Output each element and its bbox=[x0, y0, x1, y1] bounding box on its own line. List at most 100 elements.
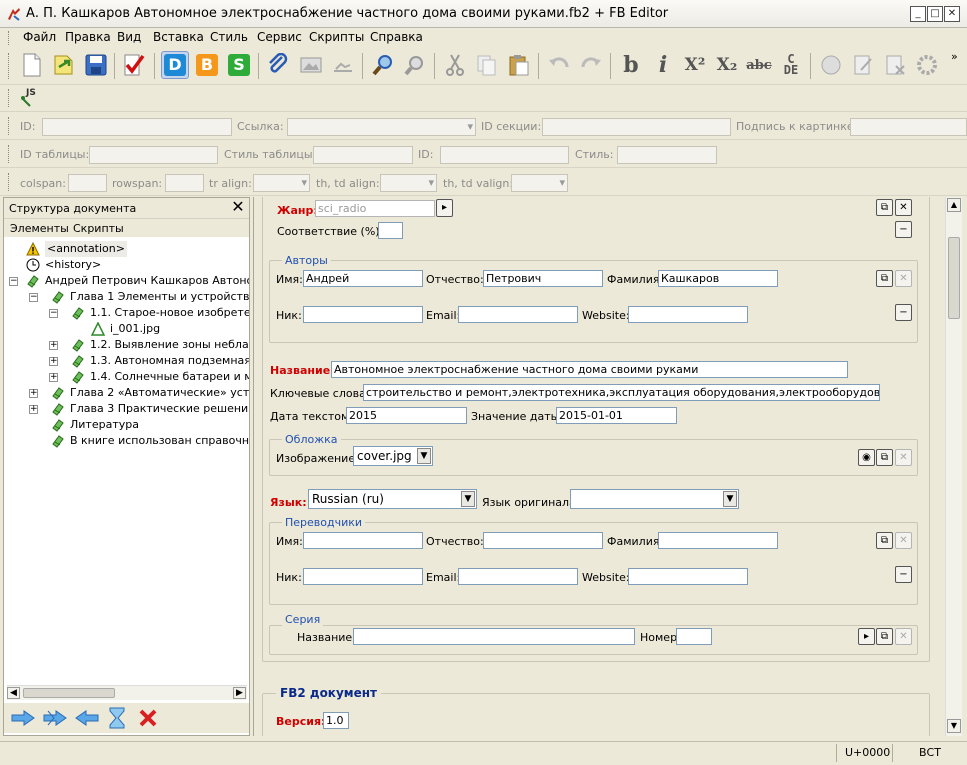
superscript-button[interactable]: X² bbox=[681, 51, 709, 79]
cell-style-input[interactable] bbox=[617, 146, 717, 164]
attach-icon[interactable] bbox=[264, 51, 292, 79]
translator-nick-input[interactable] bbox=[303, 568, 423, 585]
move-right-fast-icon[interactable] bbox=[42, 709, 68, 727]
tree-item[interactable]: <annotation> bbox=[4, 241, 249, 257]
menu-style[interactable]: Стиль bbox=[210, 30, 248, 44]
colspan-input[interactable] bbox=[68, 174, 107, 192]
genre-menu-button[interactable]: ▸ bbox=[436, 199, 453, 217]
delete-icon[interactable] bbox=[138, 708, 158, 728]
expand-icon[interactable]: + bbox=[29, 389, 38, 398]
tree-item[interactable]: − 1.1. Старое-новое изобретение bbox=[4, 305, 249, 321]
settings-icon[interactable] bbox=[913, 51, 941, 79]
expand-icon[interactable]: + bbox=[29, 405, 38, 414]
hourglass-icon[interactable] bbox=[108, 707, 126, 729]
cover-image-select[interactable]: cover.jpg ▼ bbox=[353, 446, 433, 466]
collapse-icon[interactable]: − bbox=[49, 309, 58, 318]
genre-copy-button[interactable]: ⧉ bbox=[876, 199, 893, 216]
cut-icon[interactable] bbox=[441, 51, 469, 79]
delete-section-icon[interactable] bbox=[881, 51, 909, 79]
author-remove-button[interactable]: ✕ bbox=[895, 270, 912, 287]
code-button[interactable]: C DE bbox=[777, 51, 805, 79]
edit-section-icon[interactable] bbox=[849, 51, 877, 79]
date-text-input[interactable]: 2015 bbox=[346, 407, 467, 424]
collapse-icon[interactable]: − bbox=[9, 277, 18, 286]
genre-collapse-button[interactable]: − bbox=[895, 221, 912, 238]
cover-copy-button[interactable]: ⧉ bbox=[876, 449, 893, 466]
undo-icon[interactable] bbox=[545, 51, 573, 79]
italic-button[interactable]: i bbox=[649, 51, 677, 79]
section-id-input[interactable] bbox=[542, 118, 731, 136]
minimize-button[interactable]: _ bbox=[910, 6, 926, 22]
author-last-name-input[interactable]: Кашкаров bbox=[658, 270, 778, 287]
series-number-input[interactable] bbox=[676, 628, 712, 645]
author-collapse-button[interactable]: − bbox=[895, 304, 912, 321]
js-script-icon[interactable]: JS bbox=[20, 88, 40, 108]
scroll-thumb[interactable] bbox=[23, 688, 115, 698]
add-section-icon[interactable] bbox=[817, 51, 845, 79]
caption-input[interactable] bbox=[850, 118, 967, 136]
bold-button[interactable]: b bbox=[617, 51, 645, 79]
menu-help[interactable]: Справка bbox=[370, 30, 423, 44]
tree-item[interactable]: +1.3. Автономная подземная рад bbox=[4, 353, 249, 369]
thtd-valign-combo[interactable] bbox=[511, 174, 568, 192]
new-file-icon[interactable] bbox=[18, 51, 46, 79]
inline-image-icon[interactable] bbox=[329, 51, 357, 79]
source-view-button[interactable]: S bbox=[225, 51, 253, 79]
menu-file[interactable]: Файл bbox=[23, 30, 56, 44]
tab-scripts[interactable]: Скрипты bbox=[73, 222, 124, 235]
table-id-input[interactable] bbox=[89, 146, 218, 164]
version-input[interactable]: 1.0 bbox=[323, 712, 349, 729]
vertical-scrollbar[interactable]: ▲ ▼ bbox=[945, 197, 962, 736]
tree-item[interactable]: Литература bbox=[4, 417, 249, 433]
translator-website-input[interactable] bbox=[628, 568, 748, 585]
maximize-button[interactable]: □ bbox=[927, 6, 943, 22]
horizontal-scrollbar[interactable]: ◀ ▶ bbox=[7, 685, 247, 700]
image-icon[interactable] bbox=[297, 51, 325, 79]
series-menu-button[interactable]: ▸ bbox=[858, 628, 875, 645]
series-copy-button[interactable]: ⧉ bbox=[876, 628, 893, 645]
menu-view[interactable]: Вид bbox=[117, 30, 141, 44]
translator-last-name-input[interactable] bbox=[658, 532, 778, 549]
vertical-scroll-thumb[interactable] bbox=[948, 237, 960, 319]
tree-item[interactable]: + Глава 2 «Автоматические» устройс bbox=[4, 385, 249, 401]
validate-icon[interactable] bbox=[120, 51, 148, 79]
menu-scripts[interactable]: Скрипты bbox=[309, 30, 364, 44]
src-lang-select[interactable]: ▼ bbox=[570, 489, 739, 509]
strikethrough-button[interactable]: abc bbox=[745, 51, 773, 79]
desc-view-button[interactable]: D bbox=[161, 51, 189, 79]
cell-id-input[interactable] bbox=[440, 146, 569, 164]
translator-collapse-button[interactable]: − bbox=[895, 566, 912, 583]
expand-icon[interactable]: + bbox=[49, 341, 58, 350]
match-input[interactable] bbox=[378, 222, 403, 239]
open-file-icon[interactable] bbox=[50, 51, 78, 79]
author-website-input[interactable] bbox=[628, 306, 748, 323]
table-style-input[interactable] bbox=[313, 146, 413, 164]
author-nick-input[interactable] bbox=[303, 306, 423, 323]
book-title-input[interactable]: Автономное электроснабжение частного дом… bbox=[331, 361, 848, 378]
thtd-align-combo[interactable] bbox=[380, 174, 437, 192]
cover-remove-button[interactable]: ✕ bbox=[895, 449, 912, 466]
tree-item[interactable]: <history> bbox=[4, 257, 249, 273]
menu-insert[interactable]: Вставка bbox=[153, 30, 204, 44]
tr-align-combo[interactable] bbox=[253, 174, 310, 192]
translator-copy-button[interactable]: ⧉ bbox=[876, 532, 893, 549]
menu-service[interactable]: Сервис bbox=[257, 30, 302, 44]
replace-icon[interactable] bbox=[401, 51, 429, 79]
translator-email-input[interactable] bbox=[458, 568, 578, 585]
expand-icon[interactable]: + bbox=[49, 357, 58, 366]
panel-close-button[interactable]: ✕ bbox=[230, 199, 246, 215]
tree-item[interactable]: В книге использован справочный ма bbox=[4, 433, 249, 449]
toolbar-overflow-icon[interactable]: » bbox=[951, 50, 958, 63]
subscript-button[interactable]: X₂ bbox=[713, 51, 741, 79]
close-button[interactable]: ✕ bbox=[944, 6, 960, 22]
cover-view-button[interactable]: ◉ bbox=[858, 449, 875, 466]
lang-select[interactable]: Russian (ru) ▼ bbox=[308, 489, 477, 509]
find-icon[interactable] bbox=[369, 51, 397, 79]
author-copy-button[interactable]: ⧉ bbox=[876, 270, 893, 287]
genre-remove-button[interactable]: ✕ bbox=[895, 199, 912, 216]
menu-edit[interactable]: Правка bbox=[65, 30, 111, 44]
tree-item[interactable]: +1.4. Солнечные батареи и моду bbox=[4, 369, 249, 385]
paste-icon[interactable] bbox=[505, 51, 533, 79]
tree-item[interactable]: + Глава 3 Практические решения авт bbox=[4, 401, 249, 417]
rowspan-input[interactable] bbox=[165, 174, 204, 192]
